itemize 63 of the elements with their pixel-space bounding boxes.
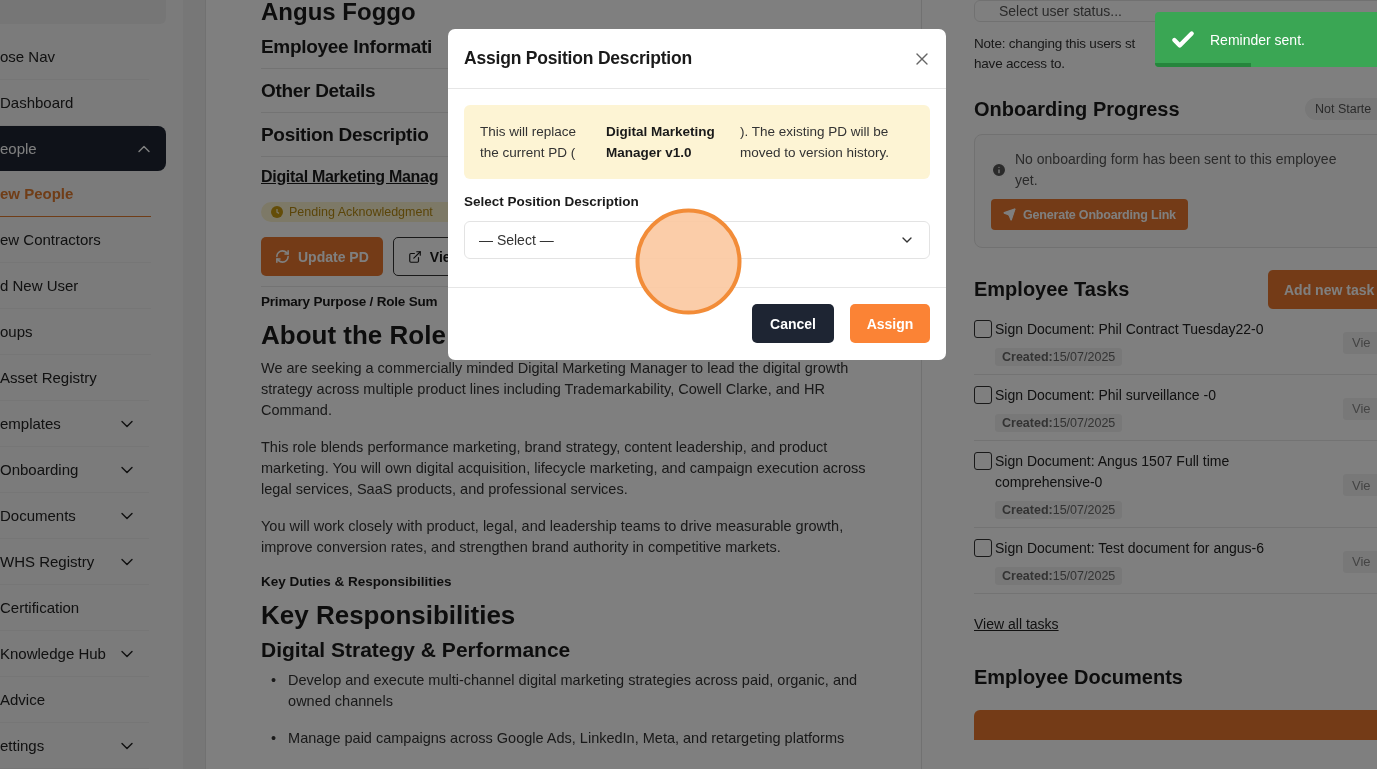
clock-icon: [271, 206, 283, 218]
note-text: Note: changing this users st: [974, 35, 1135, 53]
dialog-title: Assign Position Description: [464, 48, 692, 69]
nav-subitem[interactable]: d New User: [0, 263, 151, 309]
employee-name: Angus Foggo: [261, 0, 416, 24]
accordion-title[interactable]: Employee Informati: [261, 35, 432, 58]
nav-item[interactable]: Knowledge Hub: [0, 631, 149, 677]
nav-item[interactable]: WHS Registry: [0, 539, 149, 585]
task-checkbox[interactable]: [974, 386, 992, 404]
notice-text: ). The existing PD will be moved to version history.: [740, 123, 891, 162]
notice-pd-name: Digital Marketing Manager v1.0: [606, 123, 716, 162]
task-checkbox[interactable]: [974, 320, 992, 338]
section-heading: Employee Documents: [974, 665, 1183, 689]
task-checkbox[interactable]: [974, 452, 992, 470]
task-title: Sign Document: Phil Contract Tuesday22-0: [995, 320, 1265, 339]
status-badge: Not Starte: [1305, 98, 1377, 120]
bullet-item: Develop and execute multi-channel digital marketing strategies across paid, organic, and owned channels: [288, 671, 859, 711]
nav-item[interactable]: Asset Registry: [0, 355, 149, 401]
nav-item[interactable]: Onboarding: [0, 447, 149, 493]
task-title: Sign Document: Test document for angus-6: [995, 539, 1265, 558]
nav-subitem[interactable]: ew Contractors: [0, 217, 151, 263]
assign-button[interactable]: Assign: [850, 304, 930, 343]
info-icon: [991, 162, 1007, 178]
accordion-title[interactable]: Position Descriptio: [261, 123, 429, 146]
nav-item[interactable]: ose Nav: [0, 34, 149, 80]
bullet-marker: •: [271, 729, 277, 748]
subsection-heading: Digital Strategy & Performance: [261, 637, 571, 663]
send-icon: [1003, 208, 1016, 221]
nav-item[interactable]: emplates: [0, 401, 149, 447]
field-label: Select Position Description: [464, 194, 640, 210]
section-heading: Employee Tasks: [974, 278, 1130, 301]
notice-text: This will replace the current PD (: [480, 123, 578, 162]
task-title: Sign Document: Angus 1507 Full time comprehensive-0: [995, 452, 1231, 492]
toast-message: Reminder sent.: [1210, 31, 1305, 48]
paragraph: This role blends performance marketing, brand strategy, content leadership, and product marketing. You will own digital acquisition, lifecycle marketing, and campaign execution across legal services, SaaS products, and professional services.: [261, 438, 866, 499]
nav-subitem[interactable]: oups: [0, 309, 151, 355]
external-link-icon: [407, 249, 422, 264]
paragraph: We are seeking a commercially minded Digital Marketing Manager to lead the digital growth strategy across multiple product lines including Trademarkability, Cowell Clarke, and HR Command.: [261, 359, 850, 420]
created-date: Created:15/07/2025: [995, 414, 1123, 432]
created-date: Created:15/07/2025: [995, 348, 1123, 366]
created-date: Created:15/07/2025: [995, 567, 1123, 585]
refresh-icon: [275, 249, 290, 264]
nav-item[interactable]: Advice: [0, 677, 149, 723]
content-label: Key Duties & Responsibilities: [261, 574, 452, 590]
cancel-button[interactable]: Cancel: [752, 304, 834, 343]
accordion-title[interactable]: Other Details: [261, 79, 376, 102]
nav-item[interactable]: ettings: [0, 723, 149, 769]
bullet-marker: •: [271, 671, 277, 690]
field-label: Primary Purpose / Role Sum: [261, 294, 438, 310]
view-all-link[interactable]: View all tasks: [974, 616, 1059, 632]
section-heading: Onboarding Progress: [974, 97, 1180, 121]
nav-item[interactable]: eople: [0, 126, 166, 171]
section-heading: Key Responsibilities: [261, 600, 516, 630]
nav-item[interactable]: Documents: [0, 493, 149, 539]
info-message: No onboarding form has been sent to this employee yet.: [1015, 150, 1338, 190]
task-title: Sign Document: Phil surveillance -0: [995, 386, 1217, 405]
task-checkbox[interactable]: [974, 539, 992, 557]
section-heading: About the Role: [261, 320, 446, 350]
note-text: have access to.: [974, 55, 1065, 73]
nav-item[interactable]: Certification: [0, 585, 149, 631]
paragraph: You will work closely with product, legal, and leadership teams to drive measurable growth, improve conversion rates, and strengthen brand authority in competitive markets.: [261, 517, 845, 557]
bullet-item: Manage paid campaigns across Google Ads, LinkedIn, Meta, and retargeting platforms: [288, 729, 846, 748]
created-date: Created:15/07/2025: [995, 501, 1123, 519]
